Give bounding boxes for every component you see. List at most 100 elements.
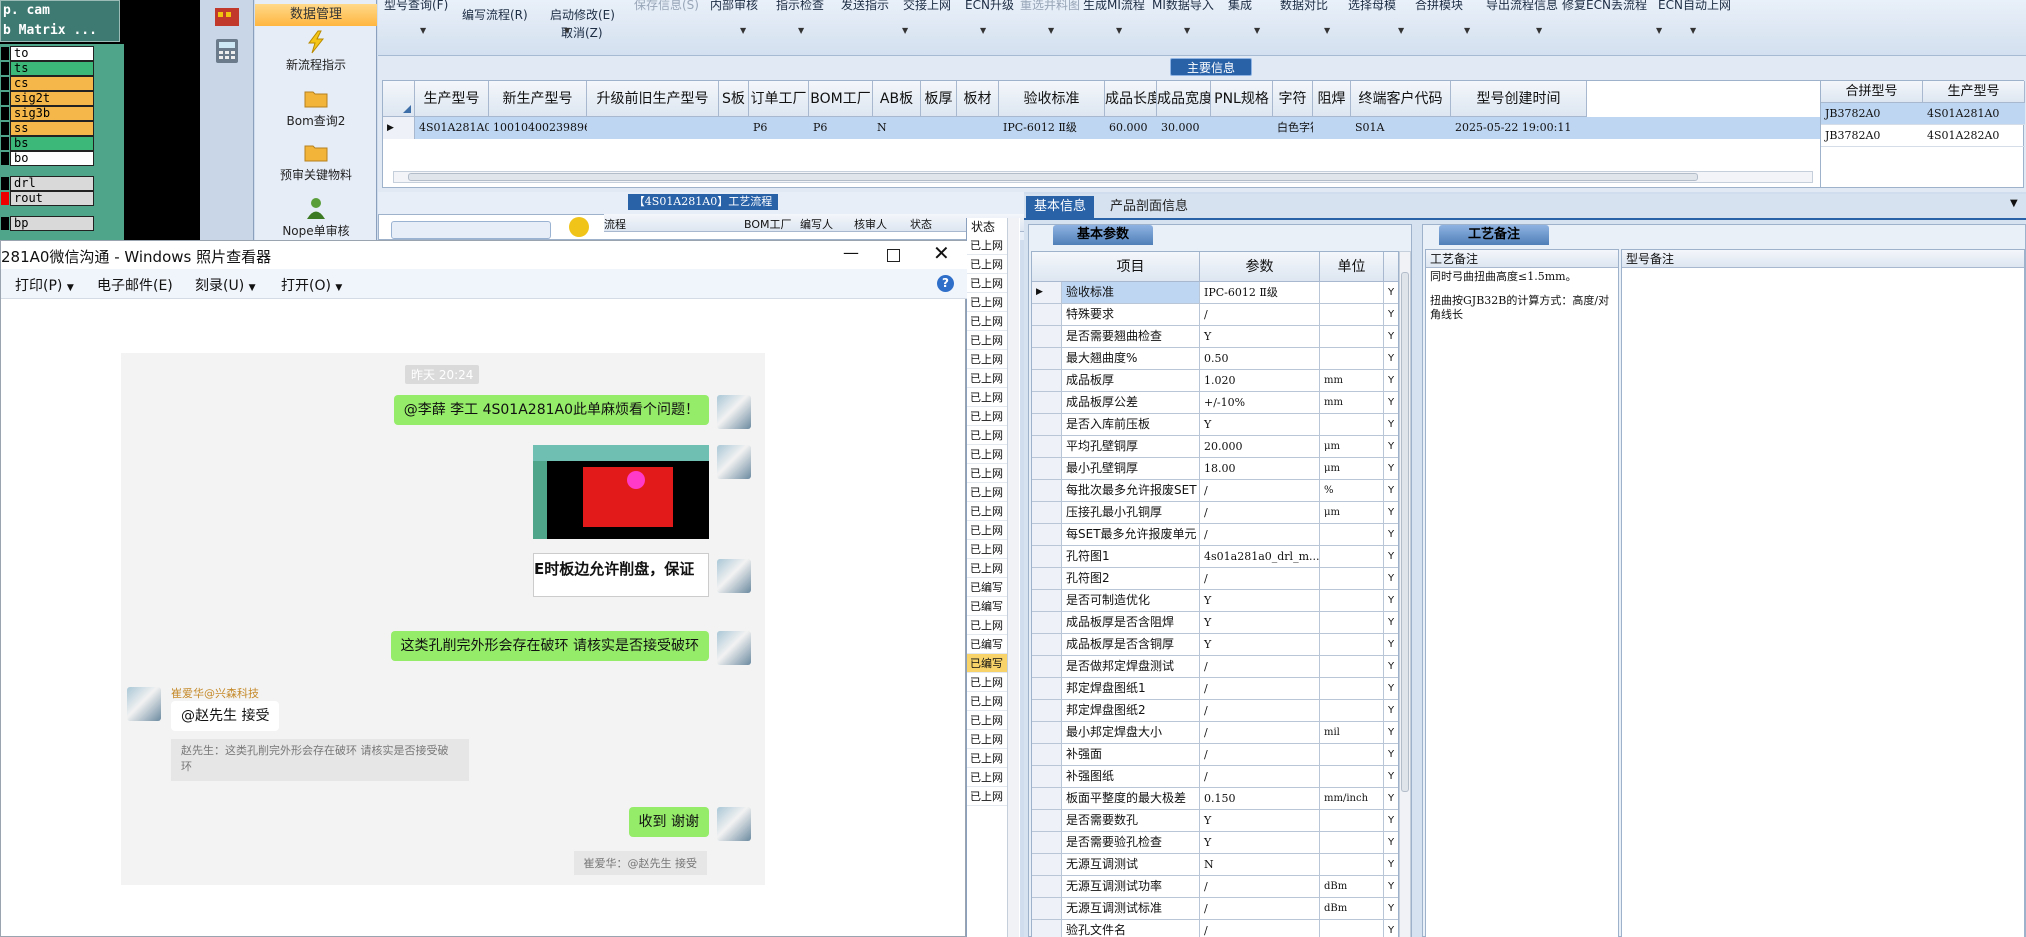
splitter-handle[interactable] [1414,394,1420,544]
status-cell[interactable]: 已上网 [967,749,1007,768]
param-row[interactable]: 每批次最多允许报废SET /% Y [1032,480,1398,502]
layer-row[interactable]: bs [10,136,94,151]
toolbar-button[interactable]: 交接上网 [903,0,951,13]
process-column-header[interactable]: BOM工厂 [744,216,792,232]
status-cell[interactable]: 已上网 [967,255,1007,274]
menu-burn[interactable]: 刻录(U) ▼ [195,275,256,295]
nav-header[interactable]: 数据管理 [255,4,377,26]
chevron-down-icon[interactable]: ▼ [1116,26,1122,35]
param-value[interactable]: 0.150 [1200,788,1320,809]
chevron-down-icon[interactable]: ▼ [1254,26,1260,35]
param-name[interactable]: 每批次最多允许报废SET [1062,480,1200,501]
status-cell[interactable]: 已上网 [967,502,1007,521]
param-value[interactable]: / [1200,722,1320,743]
grid-cell[interactable]: 4S01A281A0 [415,117,489,139]
param-value[interactable]: IPC-6012 Ⅱ级 [1200,282,1320,303]
param-row[interactable]: 是否需要验孔检查 Y Y [1032,832,1398,854]
tab-basic-params[interactable]: 基本参数 [1053,225,1153,245]
param-value[interactable]: Y [1200,326,1320,347]
grid-cell[interactable]: 2025-05-22 19:00:11 [1451,117,1587,139]
param-name[interactable]: 成品板厚是否含阻焊 [1062,612,1200,633]
param-row[interactable]: 成品板厚公差 +/-10% mm Y [1032,392,1398,414]
vertical-scrollbar[interactable] [1399,251,1411,937]
param-unit[interactable] [1320,766,1384,787]
param-name[interactable]: 成品板厚是否含铜厚 [1062,634,1200,655]
param-row[interactable]: 补强图纸 / Y [1032,766,1398,788]
horizontal-scrollbar[interactable] [393,171,1813,183]
chevron-down-icon[interactable]: ▼ [1398,26,1404,35]
status-cell[interactable]: 已上网 [967,483,1007,502]
status-cell[interactable]: 已上网 [967,768,1007,787]
param-row[interactable]: 最小邦定焊盘大小 / mil Y [1032,722,1398,744]
param-unit[interactable] [1320,524,1384,545]
toolbar-button[interactable]: 保存信息(S) [634,0,699,13]
column-header[interactable]: S板 [719,81,749,117]
column-header[interactable]: 终端客户代码 [1351,81,1451,117]
toolbar-button[interactable]: 导出流程信息 [1486,0,1558,13]
toolbar-button[interactable]: 发送指示 [841,0,889,13]
param-unit[interactable] [1320,590,1384,611]
param-unit[interactable]: % [1320,480,1384,501]
status-cell[interactable]: 已上网 [967,521,1007,540]
param-name[interactable]: 板面平整度的最大极差 [1062,788,1200,809]
grid-cell[interactable]: IPC-6012 Ⅱ级 [999,117,1105,139]
toolbar-button[interactable]: 修复ECN丢流程 [1562,0,1647,13]
param-unit[interactable] [1320,656,1384,677]
param-row[interactable]: 成品板厚是否含铜厚 Y Y [1032,634,1398,656]
param-value[interactable]: / [1200,700,1320,721]
grid-cell[interactable]: 30.000 [1157,117,1211,139]
param-name[interactable]: 孔符图1 [1062,546,1200,567]
param-row[interactable]: 孔符图1 4s01a281a0_drl_m... Y [1032,546,1398,568]
column-header[interactable]: 阻焊 [1313,81,1351,117]
maximize-icon[interactable] [887,249,900,262]
param-row[interactable]: 无源互调测试 N Y [1032,854,1398,876]
tab-basic-info[interactable]: 基本信息 [1026,196,1095,218]
layer-row[interactable]: bo [10,151,94,166]
menu-email[interactable]: 电子邮件(E) [97,275,173,295]
param-value[interactable]: 1.020 [1200,370,1320,391]
param-name[interactable]: 无源互调测试 [1062,854,1200,875]
column-header[interactable]: PNL规格 [1211,81,1273,117]
status-cell[interactable]: 已上网 [967,559,1007,578]
nav-item-pre-review[interactable]: 预审关键物料 [255,140,377,183]
dropdown-arrow-icon[interactable]: ▼ [2010,198,2018,209]
param-value[interactable]: Y [1200,634,1320,655]
image-attachment-2[interactable]: E时板边允许削盘，保证 [533,553,709,597]
model-remark-box[interactable]: 型号备注 [1621,249,2025,937]
close-icon[interactable]: ✕ [933,241,950,265]
nav-item-bom-query[interactable]: Bom查询2 [255,86,377,129]
param-row[interactable]: 验孔文件名 / Y [1032,920,1398,937]
param-row[interactable]: 成品板厚 1.020 mm Y [1032,370,1398,392]
chevron-down-icon[interactable]: ▼ [1464,26,1470,35]
process-column-header[interactable]: 流程 [604,216,626,232]
param-value[interactable]: / [1200,678,1320,699]
param-unit[interactable] [1320,414,1384,435]
status-cell[interactable]: 已上网 [967,711,1007,730]
param-value[interactable]: 20.000 [1200,436,1320,457]
param-name[interactable]: 是否可制造优化 [1062,590,1200,611]
status-cell[interactable]: 已编写 [967,597,1007,616]
column-header[interactable]: AB板 [873,81,921,117]
column-header[interactable]: 成品长度 [1105,81,1157,117]
param-name[interactable]: 平均孔壁铜厚 [1062,436,1200,457]
param-name[interactable]: 是否入库前压板 [1062,414,1200,435]
toolbar-button[interactable]: 选择母模 [1348,0,1396,13]
status-cell[interactable]: 已上网 [967,540,1007,559]
column-header[interactable]: 型号创建时间 [1451,81,1587,117]
column-header[interactable]: 升级前旧生产型号 [587,81,719,117]
layer-row[interactable]: ss [10,121,94,136]
param-name[interactable]: 最小孔壁铜厚 [1062,458,1200,479]
toolbar-button[interactable]: 编写流程(R) [462,6,528,23]
toolbar-button[interactable]: 指示检查 [776,0,824,13]
param-unit[interactable] [1320,568,1384,589]
param-name[interactable]: 孔符图2 [1062,568,1200,589]
param-row[interactable]: 成品板厚是否含阻焊 Y Y [1032,612,1398,634]
scrollbar-thumb[interactable] [1401,272,1409,792]
chevron-down-icon[interactable]: ▼ [1536,26,1542,35]
toolbar-button[interactable]: ECN升级 [965,0,1014,13]
param-unit[interactable]: μm [1320,436,1384,457]
toolbar-button[interactable]: 启动修改(E) [550,6,615,23]
param-value[interactable]: 18.00 [1200,458,1320,479]
param-value[interactable]: / [1200,898,1320,919]
param-value[interactable]: Y [1200,590,1320,611]
